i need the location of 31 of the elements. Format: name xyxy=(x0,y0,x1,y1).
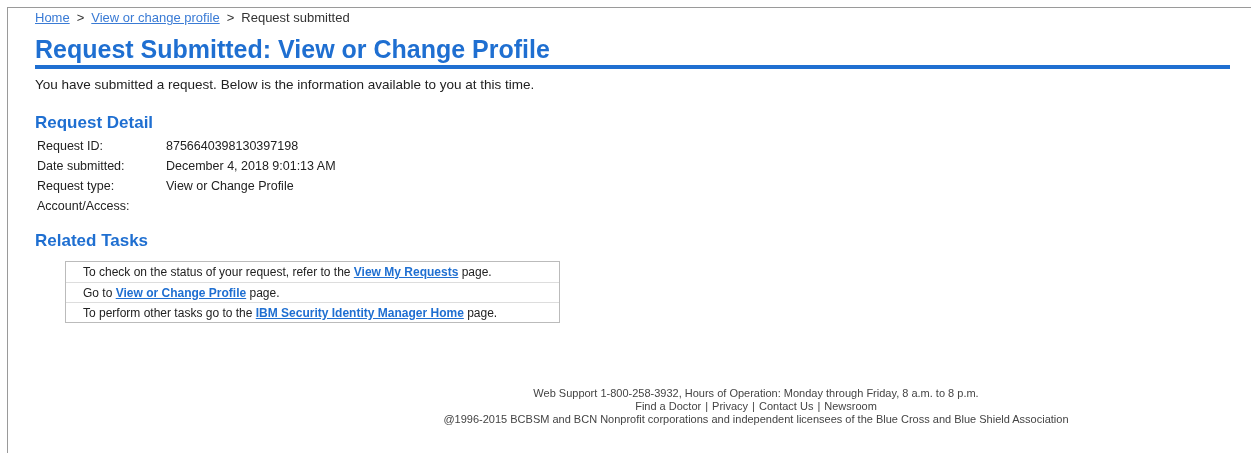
field-value: December 4, 2018 9:01:13 AM xyxy=(166,158,336,176)
link-separator: | xyxy=(752,400,755,414)
task-text: To check on the status of your request, refer to the View My Requests page. xyxy=(83,264,492,282)
footer-link[interactable]: Newsroom xyxy=(824,400,877,414)
footer-link[interactable]: Find a Doctor xyxy=(635,400,702,414)
task-text: To perform other tasks go to the IBM Security Identity Manager Home page. xyxy=(83,304,498,322)
task-link[interactable]: View My Requests xyxy=(353,265,459,280)
breadcrumb-separator: > xyxy=(226,9,235,28)
field-value: View or Change Profile xyxy=(166,178,294,196)
field-label: Date submitted: xyxy=(37,158,126,176)
breadcrumb-separator: > xyxy=(76,9,85,28)
task-link[interactable]: View or Change Profile xyxy=(115,285,247,300)
intro-text: You have submitted a request. Below is the information available to you at this time. xyxy=(35,76,536,94)
footer-link[interactable]: Privacy xyxy=(712,400,749,414)
task-link[interactable]: IBM Security Identity Manager Home xyxy=(255,305,464,320)
field-label: Request type: xyxy=(37,178,116,196)
section-heading: Related Tasks xyxy=(35,230,150,253)
section-heading: Request Detail xyxy=(35,112,155,135)
link-separator: | xyxy=(817,400,821,414)
support-text: Web Support 1-800-258-3932, Hours of Operation: Monday through Friday, 8 a.m. to 8 p.m. xyxy=(533,387,979,401)
task-text: Go to View or Change Profile page. xyxy=(83,284,280,302)
footer-link[interactable]: Contact Us xyxy=(758,400,814,414)
field-label: Account/Access: xyxy=(37,198,131,216)
page-title: Request Submitted: View or Change Profile xyxy=(35,34,551,64)
breadcrumb-current: Request submitted xyxy=(241,9,350,28)
link-separator: | xyxy=(705,400,709,414)
field-label: Request ID: xyxy=(37,138,104,156)
breadcrumb-link[interactable]: View or change profile xyxy=(91,8,220,28)
breadcrumb-link[interactable]: Home xyxy=(35,8,70,28)
copyright-text: @1996-2015 BCBSM and BCN Nonprofit corporations and independent licensees of the Blue Cross and Blue Shield Association xyxy=(443,413,1069,427)
field-value: 8756640398130397198 xyxy=(166,138,299,156)
